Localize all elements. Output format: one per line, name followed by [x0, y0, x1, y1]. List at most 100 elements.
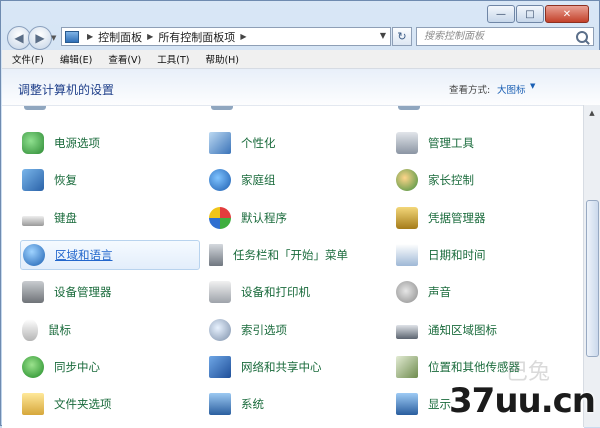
notification-area-icon	[396, 325, 418, 339]
homegroup-icon	[209, 169, 231, 191]
cp-item-network-sharing[interactable]: 网络和共享中心	[207, 352, 387, 382]
close-button[interactable]: ✕	[545, 5, 589, 23]
cp-item-credential-manager[interactable]: 凭据管理器	[394, 203, 574, 233]
sync-center-icon	[22, 356, 44, 378]
cp-item-label: 家长控制	[428, 173, 474, 187]
cp-item-notification-area[interactable]: 通知区域图标	[394, 315, 574, 345]
menu-file[interactable]: 文件(F)	[2, 52, 50, 66]
cp-item-homegroup[interactable]: 家庭组	[207, 165, 387, 195]
breadcrumb-separator-icon[interactable]: ▶	[87, 32, 93, 41]
refresh-button[interactable]: ↻	[392, 27, 412, 46]
partial-item-icon	[398, 106, 420, 110]
scroll-up-arrow-icon[interactable]: ▲	[584, 105, 600, 121]
cp-item-indexing-options[interactable]: 索引选项	[207, 315, 387, 345]
display-icon	[396, 393, 418, 415]
sound-icon	[396, 281, 418, 303]
cp-item-device-manager[interactable]: 设备管理器	[20, 277, 200, 307]
watermark-text: 37uu.cn	[449, 381, 596, 421]
cp-item-admin-tools[interactable]: 管理工具	[394, 128, 574, 158]
recent-pages-dropdown[interactable]: ▼	[51, 34, 56, 42]
cp-item-region-language[interactable]: 区域和语言	[20, 240, 200, 270]
cp-item-label: 设备管理器	[54, 285, 112, 299]
forward-button[interactable]: ▶	[28, 26, 52, 50]
partial-item-icon	[24, 106, 46, 110]
address-dropdown-icon[interactable]: ▼	[380, 31, 386, 40]
control-panel-window: — □ ✕ ◀ ▶ ▼ ▶ 控制面板 ▶ 所有控制面板项 ▶ ▼ ↻ 文件(F)…	[0, 0, 600, 428]
cp-item-label: 管理工具	[428, 136, 474, 150]
address-bar[interactable]: ▶ 控制面板 ▶ 所有控制面板项 ▶ ▼	[61, 27, 391, 46]
cp-item-label: 个性化	[241, 136, 276, 150]
cp-item-sound[interactable]: 声音	[394, 277, 574, 307]
cp-item-label: 电源选项	[54, 136, 100, 150]
forward-arrow-icon: ▶	[35, 31, 45, 45]
cp-item-sync-center[interactable]: 同步中心	[20, 352, 200, 382]
search-input[interactable]	[422, 28, 576, 45]
menu-help[interactable]: 帮助(H)	[195, 52, 245, 66]
cp-item-label: 默认程序	[241, 211, 287, 225]
minimize-button[interactable]: —	[487, 5, 515, 23]
parental-controls-icon	[396, 169, 418, 191]
cp-item-mouse[interactable]: 鼠标	[20, 315, 200, 345]
cp-item-devices-printers[interactable]: 设备和打印机	[207, 277, 387, 307]
maximize-button[interactable]: □	[516, 5, 544, 23]
location-sensors-icon	[396, 356, 418, 378]
breadcrumb-control-panel[interactable]: 控制面板	[98, 29, 142, 45]
scrollbar-thumb[interactable]	[586, 200, 599, 357]
cp-item-label: 同步中心	[54, 360, 100, 374]
page-title: 调整计算机的设置	[18, 83, 115, 97]
personalization-icon	[209, 132, 231, 154]
cp-item-label: 通知区域图标	[428, 323, 497, 337]
cp-item-system[interactable]: 系统	[207, 389, 387, 419]
control-panel-items: 电源选项恢复键盘区域和语言设备管理器鼠标同步中心文件夹选项 个性化家庭组默认程序任…	[2, 105, 584, 428]
cp-item-power-options[interactable]: 电源选项	[20, 128, 200, 158]
indexing-options-icon	[209, 319, 231, 341]
menu-edit[interactable]: 编辑(E)	[50, 52, 98, 66]
back-arrow-icon: ◀	[14, 31, 24, 45]
system-icon	[209, 393, 231, 415]
cp-item-label: 恢复	[54, 173, 77, 187]
vertical-scrollbar[interactable]: ▲	[583, 105, 600, 427]
cp-item-label: 系统	[241, 397, 264, 411]
search-box[interactable]	[416, 27, 594, 46]
region-language-icon	[23, 244, 45, 266]
cp-item-label: 文件夹选项	[54, 397, 112, 411]
navigation-row: ◀ ▶ ▼ ▶ 控制面板 ▶ 所有控制面板项 ▶ ▼ ↻	[1, 25, 599, 53]
cp-item-taskbar-start-menu[interactable]: 任务栏和「开始」菜单	[207, 240, 387, 270]
menu-bar: 文件(F) 编辑(E) 查看(V) 工具(T) 帮助(H)	[2, 50, 600, 69]
cp-item-folder-options[interactable]: 文件夹选项	[20, 389, 200, 419]
breadcrumb-all-items[interactable]: 所有控制面板项	[158, 29, 235, 45]
cp-item-label: 设备和打印机	[241, 285, 310, 299]
cp-item-label: 键盘	[54, 211, 77, 225]
view-by-dropdown[interactable]: 大图标	[497, 82, 526, 96]
breadcrumb-separator-icon[interactable]: ▶	[147, 32, 153, 41]
cp-item-label: 索引选项	[241, 323, 287, 337]
device-manager-icon	[22, 281, 44, 303]
cp-item-keyboard[interactable]: 键盘	[20, 203, 200, 233]
view-by-dropdown-arrow-icon[interactable]: ▼	[530, 82, 535, 90]
breadcrumb-separator-icon[interactable]: ▶	[240, 32, 246, 41]
keyboard-icon	[22, 216, 44, 226]
cp-item-parental-controls[interactable]: 家长控制	[394, 165, 574, 195]
cp-item-label: 区域和语言	[55, 248, 113, 262]
credential-manager-icon	[396, 207, 418, 229]
cp-item-label: 显示	[428, 397, 451, 411]
cp-item-date-time[interactable]: 日期和时间	[394, 240, 574, 270]
network-sharing-icon	[209, 356, 231, 378]
cp-item-recovery[interactable]: 恢复	[20, 165, 200, 195]
window-caption-buttons: — □ ✕	[487, 5, 589, 23]
partial-item-icon	[211, 106, 233, 110]
cp-item-personalization[interactable]: 个性化	[207, 128, 387, 158]
devices-printers-icon	[209, 281, 231, 303]
cp-item-label: 任务栏和「开始」菜单	[233, 248, 348, 262]
search-icon[interactable]	[576, 31, 588, 43]
taskbar-start-menu-icon	[209, 244, 223, 266]
cp-item-default-programs[interactable]: 默认程序	[207, 203, 387, 233]
menu-view[interactable]: 查看(V)	[98, 52, 147, 66]
menu-tools[interactable]: 工具(T)	[147, 52, 195, 66]
mouse-icon	[22, 319, 38, 341]
cp-item-label: 鼠标	[48, 323, 71, 337]
cp-item-label: 声音	[428, 285, 451, 299]
admin-tools-icon	[396, 132, 418, 154]
default-programs-icon	[209, 207, 231, 229]
cp-item-label: 日期和时间	[428, 248, 486, 262]
